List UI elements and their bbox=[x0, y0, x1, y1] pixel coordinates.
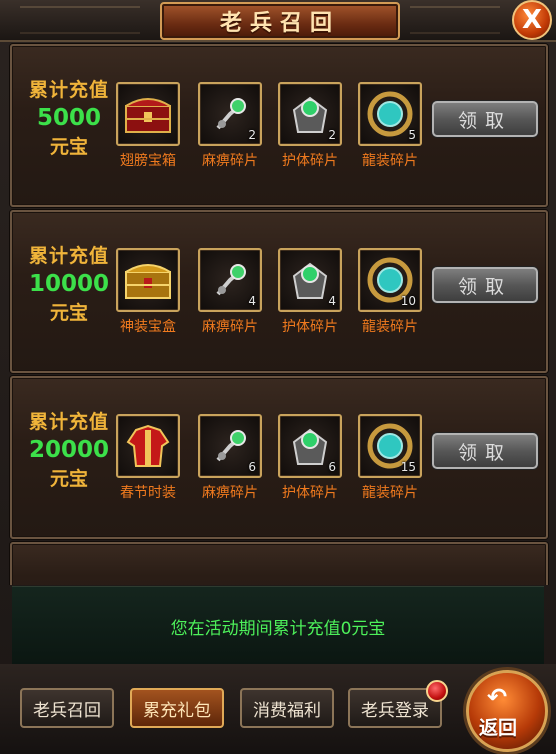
reward-item[interactable]: 神装宝盒 bbox=[114, 248, 182, 336]
item-name: 护体碎片 bbox=[282, 319, 338, 335]
reward-item[interactable]: 2 护体碎片 bbox=[276, 82, 344, 170]
tab-spending-bonus[interactable]: 消费福利 bbox=[240, 688, 334, 728]
reward-item[interactable]: 翅膀宝箱 bbox=[114, 82, 182, 170]
reward-item[interactable]: 4 护体碎片 bbox=[276, 248, 344, 336]
requirement-amount: 20000 bbox=[28, 437, 110, 463]
reward-tier-20000: 累计充值 20000 元宝 春节时装 6 麻痹碎片 6 护体碎片 15 龍装碎片… bbox=[10, 376, 548, 539]
protection-shard-icon: 2 bbox=[278, 82, 342, 146]
reward-item[interactable]: 6 麻痹碎片 bbox=[196, 414, 264, 502]
dragon-orb-shard-icon: 15 bbox=[358, 414, 422, 478]
item-count: 2 bbox=[248, 128, 256, 142]
requirement-label: 累计充值 bbox=[28, 411, 109, 433]
requirement-unit: 元宝 bbox=[49, 302, 88, 324]
item-name: 麻痹碎片 bbox=[202, 153, 258, 169]
item-count: 6 bbox=[328, 460, 336, 474]
requirement: 累计充值 5000 元宝 bbox=[20, 78, 118, 160]
gold-treasure-chest-icon bbox=[116, 248, 180, 312]
game-dialog: 老兵召回 X 累计充值 5000 元宝 翅膀宝箱 2 麻痹碎片 2 护体碎片 5… bbox=[0, 0, 556, 754]
dialog-title: 老兵召回 bbox=[219, 11, 340, 36]
left-ornament bbox=[20, 6, 140, 34]
status-panel: 您在活动期间累计充值0元宝 bbox=[12, 586, 544, 665]
item-count: 4 bbox=[328, 294, 336, 308]
claim-button[interactable]: 领取 bbox=[432, 267, 538, 303]
item-name: 龍装碎片 bbox=[362, 153, 418, 169]
red-treasure-chest-icon bbox=[116, 82, 180, 146]
reward-item[interactable]: 春节时装 bbox=[114, 414, 182, 502]
item-name: 护体碎片 bbox=[282, 153, 338, 169]
reward-item[interactable]: 4 麻痹碎片 bbox=[196, 248, 264, 336]
item-count: 10 bbox=[400, 294, 416, 308]
close-button[interactable]: X bbox=[512, 0, 552, 40]
item-name: 护体碎片 bbox=[282, 485, 338, 501]
dragon-orb-shard-icon: 10 bbox=[358, 248, 422, 312]
tab-label: 老兵登录 bbox=[361, 700, 429, 721]
back-arrow-icon: ↶ bbox=[487, 683, 508, 711]
item-name: 神装宝盒 bbox=[120, 319, 176, 335]
item-count: 4 bbox=[248, 294, 256, 308]
title-plate: 老兵召回 bbox=[160, 2, 400, 40]
requirement-unit: 元宝 bbox=[49, 136, 88, 158]
back-label: 返回 bbox=[479, 717, 518, 739]
tab-veteran-recall[interactable]: 老兵召回 bbox=[20, 688, 114, 728]
paralysis-ring-shard-icon: 2 bbox=[198, 82, 262, 146]
item-name: 龍装碎片 bbox=[362, 319, 418, 335]
requirement-amount: 10000 bbox=[28, 271, 110, 297]
dragon-orb-shard-icon: 5 bbox=[358, 82, 422, 146]
right-ornament bbox=[410, 6, 500, 34]
reward-item[interactable]: 10 龍装碎片 bbox=[356, 248, 424, 336]
item-name: 龍装碎片 bbox=[362, 485, 418, 501]
item-count: 15 bbox=[400, 460, 416, 474]
tab-recharge-gift[interactable]: 累充礼包 bbox=[130, 688, 224, 728]
requirement: 累计充值 10000 元宝 bbox=[20, 244, 118, 326]
item-name: 麻痹碎片 bbox=[202, 319, 258, 335]
paralysis-ring-shard-icon: 6 bbox=[198, 414, 262, 478]
reward-list[interactable]: 累计充值 5000 元宝 翅膀宝箱 2 麻痹碎片 2 护体碎片 5 龍装碎片 领… bbox=[0, 40, 556, 585]
requirement-label: 累计充值 bbox=[28, 79, 109, 101]
requirement-label: 累计充值 bbox=[28, 245, 109, 267]
requirement: 累计充值 20000 元宝 bbox=[20, 410, 118, 492]
reward-tier-next-partial bbox=[10, 542, 548, 585]
protection-shard-icon: 6 bbox=[278, 414, 342, 478]
item-count: 5 bbox=[408, 128, 416, 142]
requirement-unit: 元宝 bbox=[49, 468, 88, 490]
requirement-amount: 5000 bbox=[36, 105, 101, 131]
item-name: 翅膀宝箱 bbox=[120, 153, 176, 169]
item-name: 麻痹碎片 bbox=[202, 485, 258, 501]
paralysis-ring-shard-icon: 4 bbox=[198, 248, 262, 312]
item-count: 6 bbox=[248, 460, 256, 474]
reward-item[interactable]: 2 麻痹碎片 bbox=[196, 82, 264, 170]
item-name: 春节时装 bbox=[120, 485, 176, 501]
item-count: 2 bbox=[328, 128, 336, 142]
reward-item[interactable]: 6 护体碎片 bbox=[276, 414, 344, 502]
protection-shard-icon: 4 bbox=[278, 248, 342, 312]
notification-badge bbox=[426, 680, 448, 702]
reward-tier-5000: 累计充值 5000 元宝 翅膀宝箱 2 麻痹碎片 2 护体碎片 5 龍装碎片 领… bbox=[10, 44, 548, 207]
recharge-status-text: 您在活动期间累计充值0元宝 bbox=[170, 618, 386, 639]
back-button[interactable]: ↶ 返回 bbox=[466, 670, 548, 752]
tab-veteran-login[interactable]: 老兵登录 bbox=[348, 680, 448, 728]
reward-tier-10000: 累计充值 10000 元宝 神装宝盒 4 麻痹碎片 4 护体碎片 10 龍装碎片… bbox=[10, 210, 548, 373]
reward-item[interactable]: 15 龍装碎片 bbox=[356, 414, 424, 502]
title-bar: 老兵召回 bbox=[0, 0, 556, 42]
claim-button[interactable]: 领取 bbox=[432, 433, 538, 469]
festival-costume-icon bbox=[116, 414, 180, 478]
close-icon: X bbox=[521, 5, 543, 35]
reward-item[interactable]: 5 龍装碎片 bbox=[356, 82, 424, 170]
claim-button[interactable]: 领取 bbox=[432, 101, 538, 137]
